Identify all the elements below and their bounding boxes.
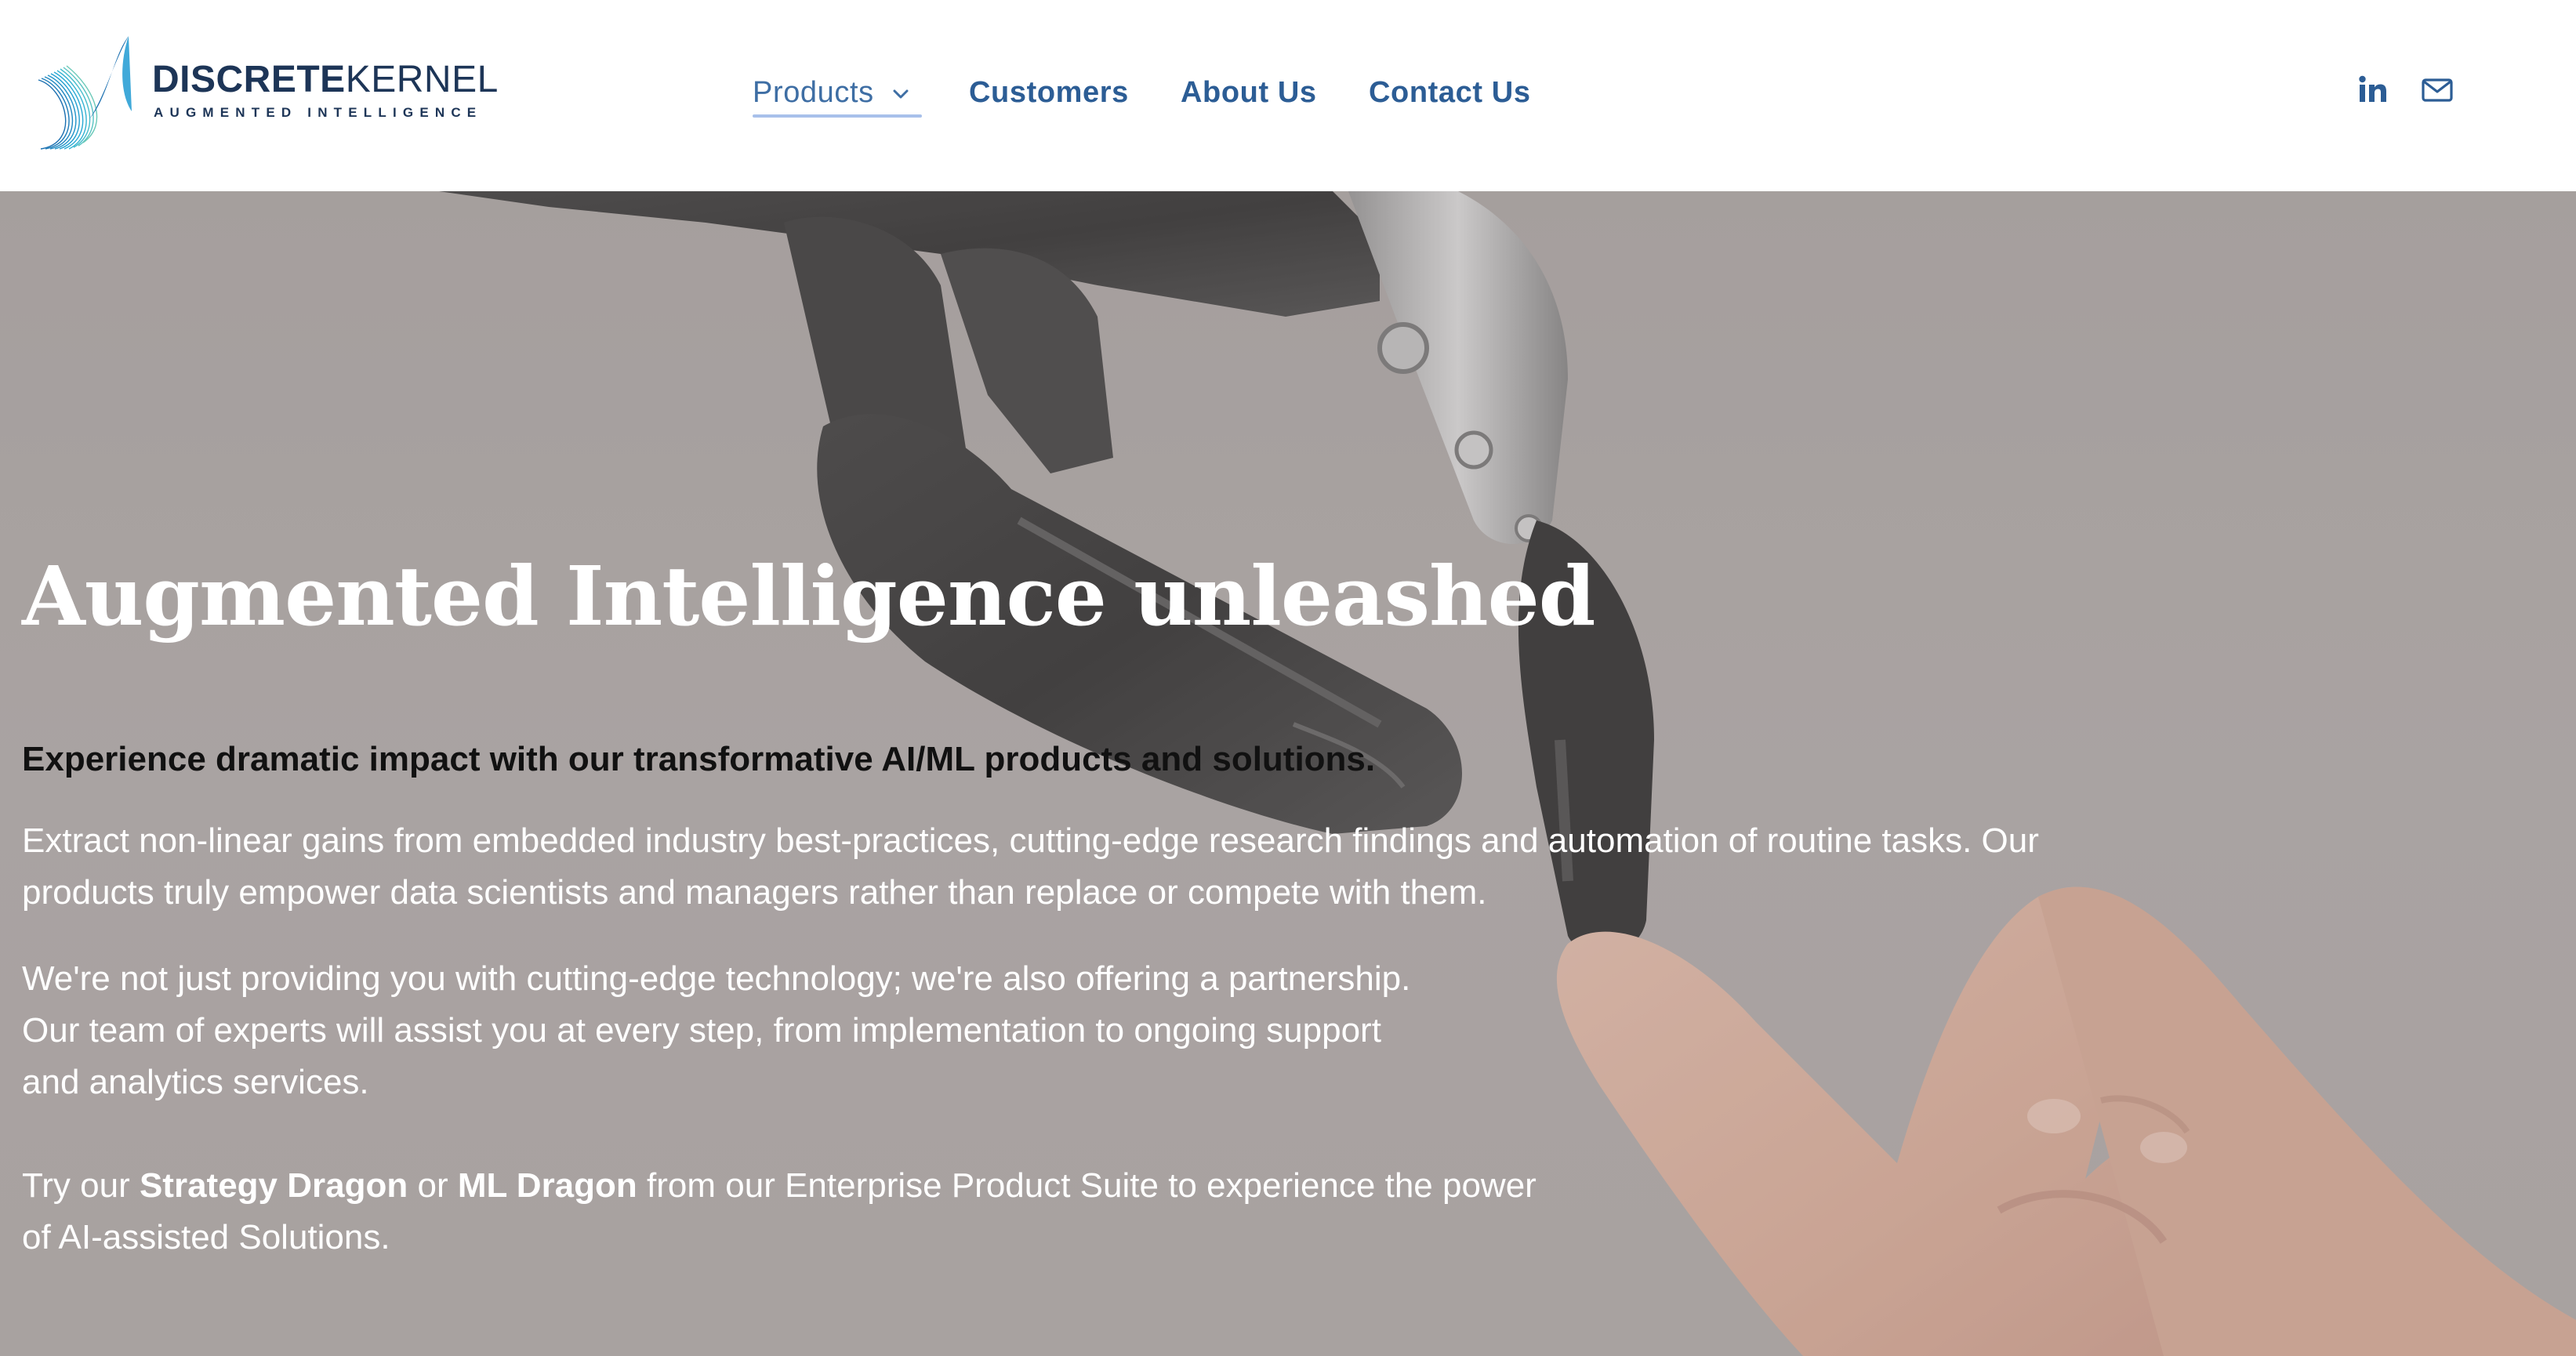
strategy-dragon-product: Strategy Dragon — [139, 1166, 408, 1205]
brand-logo[interactable]: DISCRETEKERNEL AUGMENTED INTELLIGENCE — [34, 33, 498, 150]
hero-section: Augmented Intelligence unleashed Experie… — [0, 191, 2576, 1356]
hero-title: Augmented Intelligence unleashed — [22, 548, 1596, 644]
brand-name-bold: DISCRETE — [152, 59, 346, 100]
site-header: DISCRETEKERNEL AUGMENTED INTELLIGENCE Pr… — [0, 0, 2576, 191]
wave-logo-icon — [38, 36, 132, 150]
hero-paragraph-3-suffix-2: of AI-assisted Solutions. — [22, 1218, 390, 1256]
hero-paragraph-3-prefix: Try our — [22, 1166, 140, 1205]
hero-paragraph-3: Try our Strategy Dragon or ML Dragon fro… — [22, 1160, 1747, 1264]
nav-active-underline — [753, 114, 922, 118]
hero-paragraph-1: Extract non-linear gains from embedded i… — [22, 821, 2039, 912]
hero-paragraph-2-line-2: Our team of experts will assist you at e… — [22, 1011, 1381, 1050]
brand-name: DISCRETEKERNEL — [152, 61, 499, 99]
nav-products-label: Products — [753, 76, 874, 109]
mail-icon[interactable] — [2421, 74, 2454, 107]
hero-paragraph-2-line-1: We're not just providing you with cuttin… — [22, 959, 1411, 998]
nav-products[interactable]: Products — [753, 72, 909, 113]
chevron-down-icon — [893, 89, 909, 99]
linkedin-icon[interactable] — [2356, 74, 2389, 107]
nav-contact-us[interactable]: Contact Us — [1369, 72, 1531, 113]
hero-paragraph-2-line-3: and analytics services. — [22, 1063, 369, 1101]
ml-dragon-product: ML Dragon — [457, 1166, 637, 1205]
brand-name-light: KERNEL — [345, 59, 499, 100]
nav-about-us[interactable]: About Us — [1181, 72, 1317, 113]
hero-lead: Experience dramatic impact with our tran… — [22, 740, 1376, 778]
brand-tagline: AUGMENTED INTELLIGENCE — [154, 105, 483, 120]
hero-paragraph-2: We're not just providing you with cuttin… — [22, 953, 1668, 1108]
nav-customers[interactable]: Customers — [969, 72, 1129, 113]
hero-paragraph-3-suffix-1: from our Enterprise Product Suite to exp… — [637, 1166, 1537, 1205]
hero-paragraph-3-middle: or — [408, 1166, 458, 1205]
